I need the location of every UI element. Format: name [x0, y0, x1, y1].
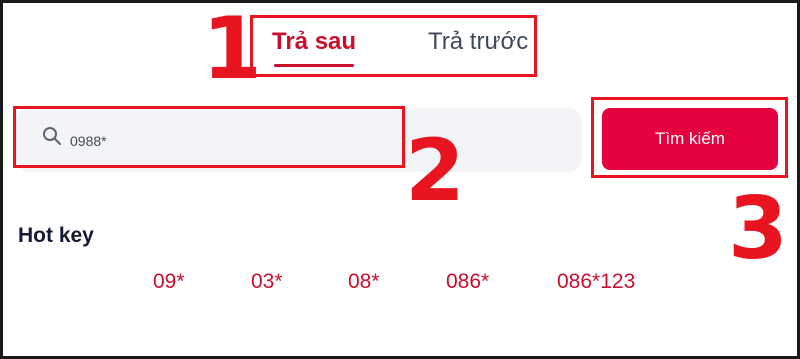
annotation-box-2 [13, 106, 405, 168]
hotkey-item[interactable]: 08* [348, 270, 380, 294]
annotation-number-1: 1 [202, 0, 262, 99]
annotation-box-3 [591, 97, 788, 178]
hotkey-item[interactable]: 086* [446, 270, 489, 294]
hotkey-item[interactable]: 09* [153, 270, 185, 294]
annotation-number-2: 2 [405, 121, 465, 221]
hotkey-item[interactable]: 03* [251, 270, 283, 294]
annotation-number-3: 3 [728, 179, 788, 279]
hotkey-title: Hot key [18, 224, 94, 247]
annotation-box-1 [250, 15, 537, 77]
hotkey-item[interactable]: 086*123 [557, 270, 635, 294]
